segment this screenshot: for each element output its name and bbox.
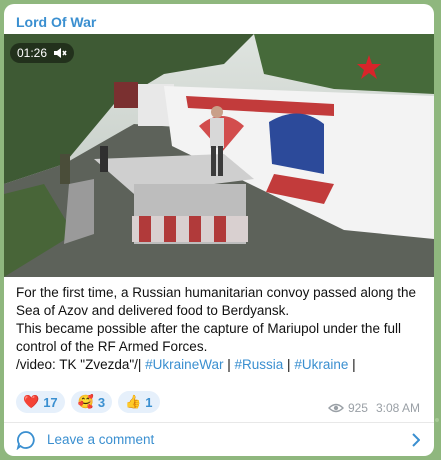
zvezda-logo-icon [357,55,381,79]
reactions-bar: ❤️ 17 🥰 3 👍 1 [16,391,160,413]
message-credit-line: /video: TK "Zvezda"/| #UkraineWar | #Rus… [16,356,424,374]
channel-name[interactable]: Lord Of War [16,14,96,30]
eye-icon [327,403,344,413]
message-line-2: This became possible after the capture o… [16,321,401,354]
hashtag-separator: | [352,357,356,372]
video-duration-badge: 01:26 [10,43,75,63]
reaction-count: 17 [43,394,58,410]
comment-bubble-icon [16,431,35,450]
leave-comment-button[interactable]: Leave a comment [4,423,434,456]
smiling-hearts-emoji-icon: 🥰 [77,394,94,409]
leave-comment-label: Leave a comment [47,432,155,447]
hashtag-russia[interactable]: #Russia [235,357,284,372]
message-time: 3:08 AM [375,401,420,415]
message-line-1: For the first time, a Russian humanitari… [16,285,416,318]
message-meta: 925 3:08 AM [327,401,420,415]
thumbs-up-emoji-icon: 👍 [125,394,142,409]
hashtag-ukrainewar[interactable]: #UkraineWar [145,357,223,372]
view-count: 925 [347,401,368,415]
video-credit: /video: TK "Zvezda"/| [16,357,142,372]
hashtag-separator: | [287,357,291,372]
reaction-count: 1 [145,394,153,410]
message-text: For the first time, a Russian humanitari… [16,284,424,374]
reaction-count: 3 [97,394,106,410]
reaction-heart[interactable]: ❤️ 17 [16,391,65,413]
muted-speaker-icon[interactable] [53,47,67,59]
message-card: Lord Of War 01:26 For the first time, a … [4,4,434,456]
heart-emoji-icon: ❤️ [23,394,40,409]
video-thumbnail[interactable]: 01:26 [4,34,434,277]
chevron-right-icon [412,433,420,447]
video-duration: 01:26 [17,46,48,60]
reaction-thumbs-up[interactable]: 👍 1 [118,391,160,413]
hashtag-ukraine[interactable]: #Ukraine [294,357,348,372]
reaction-smiling-hearts[interactable]: 🥰 3 [70,391,113,413]
hashtag-separator: | [227,357,231,372]
